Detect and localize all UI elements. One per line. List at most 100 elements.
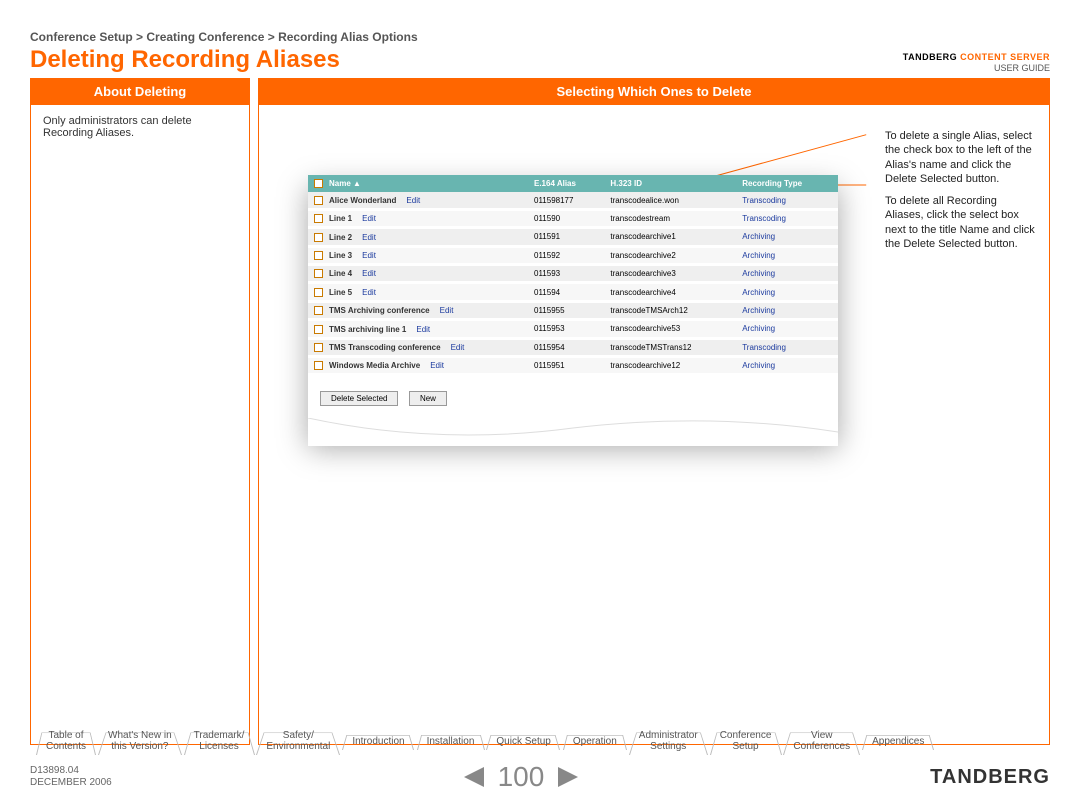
row-type[interactable]: Archiving <box>742 361 775 370</box>
edit-link[interactable]: Edit <box>362 288 376 297</box>
col-type[interactable]: Recording Type <box>736 175 838 192</box>
row-checkbox[interactable] <box>314 233 323 242</box>
select-all-checkbox[interactable] <box>314 179 323 188</box>
row-name: TMS Archiving conference <box>329 306 430 315</box>
breadcrumb: Conference Setup > Creating Conference >… <box>30 30 1050 44</box>
nav-tab[interactable]: Trademark/Licenses <box>184 726 255 755</box>
nav-tab[interactable]: ConferenceSetup <box>710 726 782 755</box>
section-header-left: About Deleting <box>30 78 250 105</box>
nav-tab-label: ConferenceSetup <box>720 730 772 752</box>
edit-link[interactable]: Edit <box>362 251 376 260</box>
table-row: Line 2Edit011591transcodearchive1Archivi… <box>308 228 838 246</box>
footer-date: DECEMBER 2006 <box>30 777 112 789</box>
row-checkbox[interactable] <box>314 288 323 297</box>
edit-link[interactable]: Edit <box>416 325 430 334</box>
nav-tab[interactable]: Safety/Environmental <box>256 726 340 755</box>
nav-tab[interactable]: Table ofContents <box>36 726 96 755</box>
row-type[interactable]: Transcoding <box>742 343 786 352</box>
nav-tab[interactable]: AdministratorSettings <box>629 726 708 755</box>
table-row: Line 4 Edit 011593transcodearchive3 Archivi… <box>308 264 838 282</box>
prev-page-arrow[interactable] <box>464 767 484 787</box>
row-e164: 0115955 <box>528 301 604 319</box>
row-name: TMS Transcoding conference <box>329 343 441 352</box>
row-e164: 011594 <box>528 283 604 301</box>
row-type[interactable]: Archiving <box>742 288 775 297</box>
row-checkbox[interactable] <box>314 214 323 223</box>
nav-tab-label: Installation <box>427 736 475 747</box>
nav-tab-label: Appendices <box>872 736 924 747</box>
brand-user-guide: USER GUIDE <box>903 63 1050 74</box>
nav-tab-label: Introduction <box>352 736 404 747</box>
about-deleting-text: Only administrators can delete Recording… <box>43 115 237 139</box>
nav-tab-label: ViewConferences <box>793 730 850 752</box>
col-h323[interactable]: H.323 ID <box>604 175 736 192</box>
brand-content-server: CONTENT SERVER <box>960 52 1050 62</box>
row-type[interactable]: Archiving <box>742 269 775 278</box>
row-type[interactable]: Archiving <box>742 251 775 260</box>
row-name: Line 2 <box>329 233 352 242</box>
edit-link[interactable]: Edit <box>362 233 376 242</box>
bottom-nav: Table ofContents What's New inthis Versio… <box>36 726 1050 755</box>
nav-tab[interactable]: ViewConferences <box>783 726 860 755</box>
row-name: Line 4 <box>329 269 352 278</box>
row-checkbox[interactable] <box>314 361 323 370</box>
row-h323: transcodealice.won <box>604 192 736 209</box>
row-e164: 011593 <box>528 264 604 282</box>
row-checkbox[interactable] <box>314 251 323 260</box>
row-checkbox[interactable] <box>314 269 323 278</box>
nav-tab-label: Trademark/Licenses <box>194 730 245 752</box>
edit-link[interactable]: Edit <box>406 196 420 205</box>
nav-tab[interactable]: Quick Setup <box>486 732 560 750</box>
row-name: Line 3 <box>329 251 352 260</box>
col-e164[interactable]: E.164 Alias <box>528 175 604 192</box>
page-curl-decoration <box>308 418 838 446</box>
nav-tab[interactable]: What's New inthis Version? <box>98 726 182 755</box>
nav-tab-label: Quick Setup <box>496 736 550 747</box>
edit-link[interactable]: Edit <box>451 343 465 352</box>
row-h323: transcodearchive12 <box>604 356 736 374</box>
edit-link[interactable]: Edit <box>440 306 454 315</box>
row-type[interactable]: Archiving <box>742 324 775 333</box>
table-row: Line 3Edit011592transcodearchive2Archivi… <box>308 246 838 264</box>
row-e164: 011591 <box>528 228 604 246</box>
edit-link[interactable]: Edit <box>362 269 376 278</box>
row-checkbox[interactable] <box>314 306 323 315</box>
row-h323: transcodeTMSArch12 <box>604 301 736 319</box>
row-type[interactable]: Archiving <box>742 306 775 315</box>
instruction-notes: To delete a single Alias, select the che… <box>885 125 1035 730</box>
section-header-right: Selecting Which Ones to Delete <box>258 78 1050 105</box>
row-h323: transcodearchive53 <box>604 320 736 338</box>
selecting-panel: Name ▲ E.164 Alias H.323 ID Recording Ty… <box>258 105 1050 745</box>
row-type[interactable]: Transcoding <box>742 196 786 205</box>
row-h323: transcodearchive3 <box>604 264 736 282</box>
note-delete-all: To delete all Recording Aliases, click t… <box>885 194 1035 251</box>
edit-link[interactable]: Edit <box>362 214 376 223</box>
nav-tab-label: Table ofContents <box>46 730 86 752</box>
nav-tab-label: Safety/Environmental <box>266 730 330 752</box>
nav-tab[interactable]: Installation <box>417 732 485 750</box>
new-button[interactable]: New <box>409 391 447 406</box>
nav-tab[interactable]: Introduction <box>342 732 414 750</box>
row-e164: 0115954 <box>528 338 604 356</box>
col-name[interactable]: Name ▲ <box>308 175 528 192</box>
row-type[interactable]: Archiving <box>742 232 775 241</box>
table-row: TMS Archiving conference Edit 0115955trans… <box>308 301 838 319</box>
delete-selected-button[interactable]: Delete Selected <box>320 391 398 406</box>
brand-block: TANDBERG CONTENT SERVER USER GUIDE <box>903 52 1050 74</box>
nav-tab[interactable]: Operation <box>563 732 627 750</box>
row-checkbox[interactable] <box>314 196 323 205</box>
table-row: Line 1Edit011590transcodestreamTranscodi… <box>308 209 838 227</box>
row-name: Line 5 <box>329 288 352 297</box>
row-checkbox[interactable] <box>314 343 323 352</box>
brand-tandberg: TANDBERG <box>903 52 957 62</box>
next-page-arrow[interactable] <box>558 767 578 787</box>
row-name: Alice Wonderland <box>329 196 396 205</box>
row-checkbox[interactable] <box>314 325 323 334</box>
row-name: TMS archiving line 1 <box>329 325 406 334</box>
row-h323: transcodeTMSTrans12 <box>604 338 736 356</box>
sort-arrow-icon: ▲ <box>353 179 361 188</box>
nav-tab-label: AdministratorSettings <box>639 730 698 752</box>
row-type[interactable]: Transcoding <box>742 214 786 223</box>
nav-tab[interactable]: Appendices <box>862 732 934 750</box>
edit-link[interactable]: Edit <box>430 361 444 370</box>
